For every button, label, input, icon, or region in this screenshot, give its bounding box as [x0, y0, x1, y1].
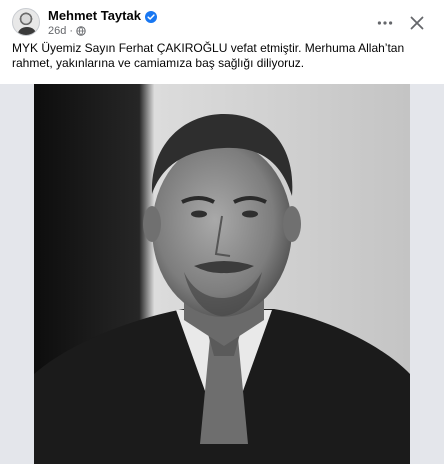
post-timestamp[interactable]: 26d: [48, 25, 66, 37]
more-options-button[interactable]: [372, 10, 398, 36]
post-meta: 26d ·: [48, 25, 86, 37]
post-photo[interactable]: [34, 84, 410, 464]
post-caption: MYK Üyemiz Sayın Ferhat ÇAKIROĞLU vefat …: [12, 41, 405, 70]
author-row: Mehmet Taytak: [48, 8, 157, 23]
post-header: Mehmet Taytak 26d ·: [12, 6, 434, 40]
verified-badge-icon: [144, 10, 157, 23]
close-button[interactable]: [404, 10, 430, 36]
globe-icon[interactable]: [76, 26, 86, 36]
meta-separator: ·: [69, 25, 74, 37]
author-avatar[interactable]: [12, 8, 40, 36]
author-name[interactable]: Mehmet Taytak: [48, 8, 141, 23]
more-horizontal-icon: [377, 21, 393, 25]
close-icon: [410, 16, 424, 30]
photo-frame: [0, 84, 444, 464]
facebook-post: Mehmet Taytak 26d · MYK Üyemiz Sayın Fer…: [0, 0, 444, 464]
